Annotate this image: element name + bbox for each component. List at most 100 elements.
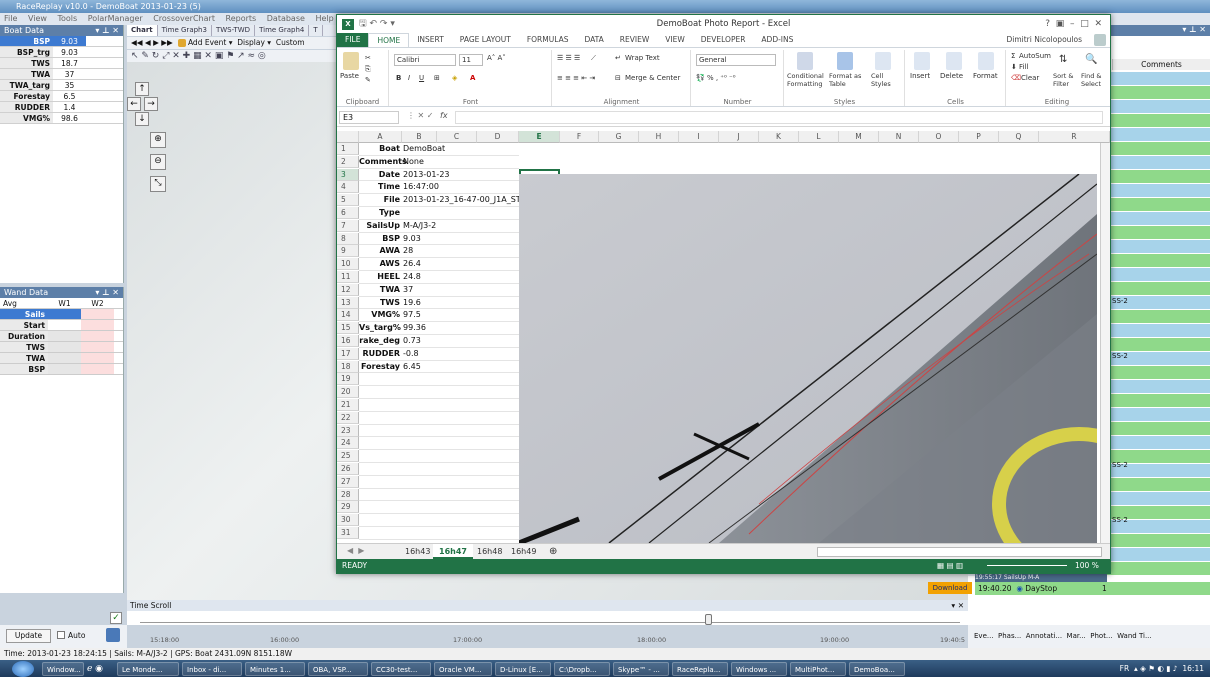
comment-cell[interactable] <box>1112 100 1210 114</box>
cell-label[interactable]: Vs_targ% <box>359 322 401 334</box>
boat-photo[interactable] <box>519 174 1097 543</box>
column-header[interactable]: L <box>799 131 839 143</box>
italic-icon[interactable]: I <box>408 74 410 82</box>
bottom-tab-marks[interactable]: Mar... <box>1067 632 1086 640</box>
cell-label[interactable]: File <box>359 194 401 206</box>
bold-icon[interactable]: B <box>396 74 401 82</box>
tab-insert[interactable]: INSERT <box>409 33 452 47</box>
wand-cell[interactable] <box>48 309 81 319</box>
taskbar-item[interactable]: Window... <box>42 661 84 676</box>
taskbar-item[interactable]: Windows ... <box>731 661 787 676</box>
comment-cell[interactable] <box>1112 408 1210 422</box>
column-header[interactable]: A <box>359 131 402 143</box>
find-select-button[interactable]: Find & Select <box>1081 72 1107 88</box>
merge-center-button[interactable]: Merge & Center <box>625 74 680 82</box>
row-header[interactable]: 27 <box>337 475 359 488</box>
column-header[interactable]: N <box>879 131 919 143</box>
cell-label[interactable]: VMG% <box>359 309 401 321</box>
comment-cell[interactable] <box>1112 254 1210 268</box>
drawing-tools-icon[interactable]: ↖ ✎ ↻ ⤢ ✕ ✚ ▦ ✕ ▣ ⚑ ↗ ≈ ◎ <box>131 51 266 61</box>
cell-value[interactable]: 0.73 <box>402 335 522 347</box>
comment-cell[interactable] <box>1112 492 1210 506</box>
view-buttons-icon[interactable]: ▦ ▤ ▥ <box>937 559 963 573</box>
cell-label[interactable]: TWA <box>359 284 401 296</box>
borders-icon[interactable]: ⊞ <box>434 74 440 82</box>
wand-cell[interactable] <box>81 342 114 352</box>
pan-left-icon[interactable]: ← <box>127 97 141 111</box>
comment-cell[interactable] <box>1112 184 1210 198</box>
taskbar-item[interactable]: DemoBoa... <box>849 661 905 676</box>
boat-row[interactable]: RUDDER 1.4 <box>0 102 123 113</box>
tab-tws-twd[interactable]: TWS-TWD <box>212 25 256 36</box>
comment-cell[interactable] <box>1112 282 1210 296</box>
cell-value[interactable]: 24.8 <box>402 271 522 283</box>
auto-checkbox[interactable] <box>57 631 65 639</box>
zoom-out-icon[interactable]: ⊖ <box>150 154 166 170</box>
cell-value[interactable]: M-A/J3-2 <box>402 220 522 232</box>
zoom-in-icon[interactable]: ⊕ <box>150 132 166 148</box>
add-event-button[interactable]: Add Event <box>188 38 226 47</box>
tab-chart[interactable]: Chart <box>127 25 158 36</box>
copy-icon[interactable]: ⎘ <box>365 65 371 74</box>
wand-row[interactable]: TWA <box>0 353 123 364</box>
cell-label[interactable]: Time <box>359 181 401 193</box>
wand-cell[interactable] <box>48 342 81 352</box>
underline-icon[interactable]: U <box>419 74 424 82</box>
comment-cell[interactable] <box>1112 226 1210 240</box>
format-button[interactable]: Format <box>973 72 998 80</box>
wand-cell[interactable] <box>48 364 81 374</box>
cell-value[interactable]: DemoBoat <box>402 143 522 155</box>
taskbar-item[interactable]: Oracle VM... <box>434 661 492 676</box>
conditional-formatting-button[interactable]: Conditional Formatting <box>787 72 827 88</box>
comment-cell[interactable] <box>1112 324 1210 338</box>
cell-label[interactable]: Forestay <box>359 361 401 373</box>
clear-icon[interactable]: ⌫ <box>1011 74 1021 82</box>
conditional-formatting-icon[interactable] <box>797 52 813 70</box>
taskbar-item[interactable]: OBA, VSP... <box>308 661 368 676</box>
cell-value[interactable]: 9.03 <box>402 233 522 245</box>
wand-cell[interactable] <box>81 309 114 319</box>
row-header[interactable]: 1 <box>337 143 359 155</box>
tab-home[interactable]: HOME <box>368 33 410 47</box>
insert-cells-icon[interactable] <box>914 52 930 70</box>
wand-row[interactable]: TWS <box>0 342 123 353</box>
column-header[interactable]: J <box>719 131 759 143</box>
comment-cell[interactable] <box>1112 310 1210 324</box>
wand-row[interactable]: Duration <box>0 331 123 342</box>
settings-icon[interactable] <box>106 628 120 642</box>
menu-view[interactable]: View <box>28 14 47 23</box>
comment-cell[interactable] <box>1112 394 1210 408</box>
wand-cell[interactable] <box>81 364 114 374</box>
cell-value[interactable]: 37 <box>402 284 522 296</box>
tab-developer[interactable]: DEVELOPER <box>693 33 754 47</box>
bottom-tab-events[interactable]: Eve... <box>974 632 994 640</box>
name-box[interactable]: E3 <box>339 111 399 124</box>
column-header[interactable]: H <box>639 131 679 143</box>
number-format-select[interactable]: General <box>696 54 776 66</box>
cell-label[interactable]: AWS <box>359 258 401 270</box>
sheet-tab[interactable]: 16h48 <box>471 544 508 559</box>
bottom-tab-wand[interactable]: Wand Ti... <box>1117 632 1152 640</box>
autosum-icon[interactable]: Σ <box>1011 52 1015 60</box>
row-header[interactable]: 23 <box>337 424 359 437</box>
boat-row[interactable]: TWA_targ 35 <box>0 80 123 91</box>
comment-cell[interactable] <box>1112 422 1210 436</box>
comment-cell[interactable] <box>1112 436 1210 450</box>
row-header[interactable]: 20 <box>337 386 359 399</box>
tab-view[interactable]: VIEW <box>657 33 693 47</box>
row-header[interactable]: 21 <box>337 399 359 411</box>
row-header[interactable]: 28 <box>337 488 359 501</box>
row-header[interactable]: 22 <box>337 411 359 424</box>
tab-time-graph3[interactable]: Time Graph3 <box>158 25 212 36</box>
column-header[interactable]: P <box>959 131 999 143</box>
playback-controls-icon[interactable]: ◀◀ ◀ ▶ ▶▶ <box>131 38 173 47</box>
comment-cell[interactable] <box>1112 338 1210 352</box>
display-button[interactable]: Display <box>237 38 265 47</box>
taskbar-item[interactable]: MultiPhot... <box>790 661 846 676</box>
column-header[interactable]: B <box>402 131 437 143</box>
align-top-icon[interactable]: ☰ ☰ ☰ <box>557 54 580 62</box>
boat-row[interactable]: VMG% 98.6 <box>0 113 123 124</box>
pan-down-icon[interactable]: ↓ <box>135 112 149 126</box>
column-header[interactable]: G <box>599 131 639 143</box>
font-color-icon[interactable]: A <box>470 74 475 82</box>
